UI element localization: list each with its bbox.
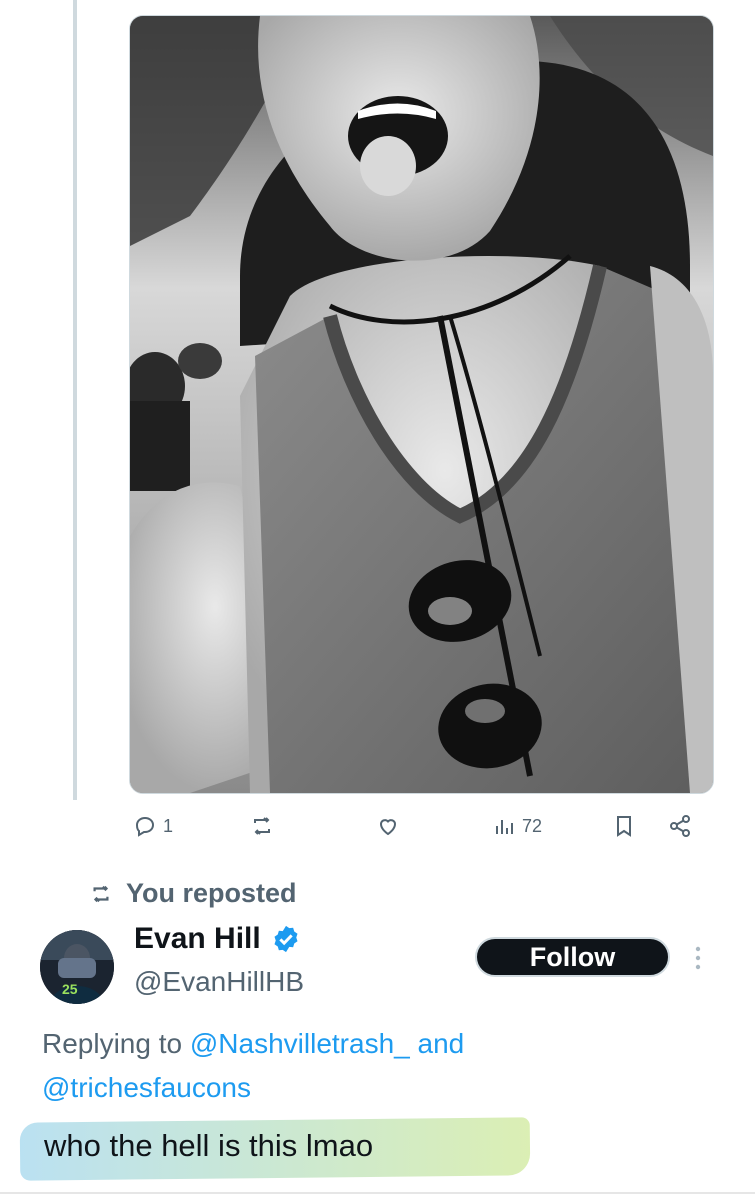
views-action[interactable]: 72	[492, 814, 542, 838]
repost-banner-text: You reposted	[126, 878, 297, 908]
replying-to: Replying to @Nashvilletrash_ and @triche…	[42, 1022, 732, 1110]
verified-badge-icon	[271, 924, 301, 954]
repost-banner-icon	[93, 885, 109, 902]
views-count: 72	[522, 815, 543, 836]
share-action[interactable]	[668, 814, 692, 838]
mention-link[interactable]: @Nashvilletrash_	[190, 1028, 410, 1059]
author-handle[interactable]: @EvanHillHB	[134, 966, 304, 998]
repost-action[interactable]	[250, 814, 280, 838]
avatar[interactable]: 25	[40, 930, 114, 1004]
divider	[0, 1192, 755, 1194]
photo-graphic	[130, 16, 713, 793]
reply-count: 1	[163, 815, 174, 836]
repost-banner: You reposted	[90, 878, 297, 909]
like-action[interactable]	[376, 814, 406, 838]
bookmark-icon	[617, 816, 631, 837]
avatar-image: 25	[40, 930, 114, 1004]
author-display-name[interactable]: Evan Hill	[134, 922, 261, 956]
like-icon	[379, 819, 397, 836]
tweet-photo[interactable]	[129, 15, 714, 794]
follow-button[interactable]: Follow	[475, 937, 670, 977]
views-icon	[496, 820, 513, 834]
thread-connector-line	[73, 0, 77, 800]
reply-action[interactable]: 1	[133, 814, 173, 838]
more-icon[interactable]	[690, 944, 706, 972]
svg-text:25: 25	[62, 981, 78, 997]
tweet-action-bar: 1 72	[0, 810, 755, 846]
bookmark-action[interactable]	[612, 814, 636, 838]
mention-link[interactable]: @trichesfaucons	[42, 1066, 732, 1110]
replying-to-prefix: Replying to	[42, 1028, 190, 1059]
share-icon	[670, 815, 690, 837]
mention-joiner: and	[409, 1028, 465, 1059]
tweet-text: who the hell is this lmao	[44, 1128, 374, 1163]
reply-icon	[135, 816, 155, 837]
author-name-row[interactable]: Evan Hill	[134, 922, 301, 956]
repost-icon	[254, 817, 270, 835]
